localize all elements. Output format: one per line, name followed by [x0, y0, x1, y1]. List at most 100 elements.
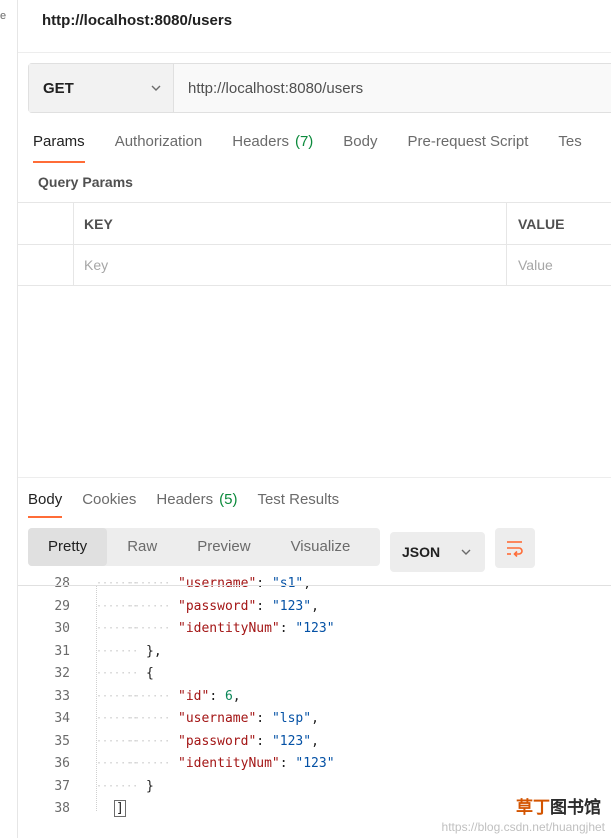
code-line: 33 "id": 6, ······· ·······	[18, 686, 611, 708]
code-text: "username": "lsp",	[178, 708, 319, 730]
code-line: 35 "password": "123", ······· ·······	[18, 731, 611, 753]
param-key-placeholder: Key	[84, 257, 109, 273]
tab-body[interactable]: Body	[343, 130, 377, 164]
line-number: 33	[54, 688, 70, 704]
request-workspace: http://localhost:8080/users GET http://l…	[18, 0, 611, 838]
response-tab-test-results[interactable]: Test Results	[257, 490, 339, 520]
key-column-header: KEY	[84, 215, 113, 232]
view-mode-preview-button[interactable]: Preview	[177, 528, 270, 566]
code-text: "password": "123",	[178, 596, 319, 618]
response-tab-cookies[interactable]: Cookies	[82, 490, 136, 520]
url-input[interactable]: http://localhost:8080/users	[174, 64, 611, 112]
code-line: 32 { ·······	[18, 663, 611, 685]
code-key: "identityNum"	[178, 621, 280, 636]
watermark-logo-part-1: 草丁	[516, 798, 550, 817]
code-text: "username": "s1",	[178, 573, 311, 595]
code-tail: ,	[311, 733, 319, 749]
view-mode-raw-button[interactable]: Raw	[107, 528, 177, 566]
sidebar-mark: e	[0, 10, 7, 22]
tab-tes[interactable]: Tes	[558, 130, 581, 164]
header-divider	[18, 52, 611, 53]
response-tab-label: Body	[28, 491, 63, 508]
code-sep: :	[279, 756, 296, 771]
wrap-lines-icon	[507, 541, 523, 557]
code-val: "123"	[271, 733, 312, 749]
params-key-header-cell: KEY	[74, 203, 507, 244]
indent-guide: ·······	[128, 735, 171, 747]
line-number: 28	[54, 576, 70, 591]
response-divider	[18, 477, 611, 478]
code-val: "lsp"	[271, 711, 312, 726]
method-select[interactable]: GET	[29, 64, 174, 112]
code-key: "username"	[178, 576, 257, 591]
response-tab-headers[interactable]: Headers (5)	[156, 490, 237, 520]
url-bar: GET http://localhost:8080/users	[28, 63, 611, 113]
tab-params[interactable]: Params	[33, 130, 85, 164]
response-tab-body[interactable]: Body	[28, 490, 63, 520]
line-number: 32	[54, 666, 70, 681]
line-number: 37	[54, 778, 70, 794]
indent-guide: ·······	[128, 758, 171, 769]
code-tail: },	[146, 643, 162, 659]
code-key: "id"	[178, 688, 210, 704]
param-value-input[interactable]: Value	[507, 245, 611, 285]
params-empty-row: Key Value	[18, 244, 611, 286]
params-row-checkbox[interactable]	[18, 245, 74, 285]
code-tail: ,	[311, 711, 319, 726]
params-checkbox-column	[18, 203, 74, 244]
view-mode-pretty-button[interactable]: Pretty	[28, 528, 108, 566]
code-tail: }	[146, 778, 154, 794]
indent-guide: ·······	[128, 600, 171, 612]
code-text: "identityNum": "123"	[178, 618, 335, 640]
code-text: {	[146, 663, 154, 685]
line-number: 34	[54, 711, 70, 726]
code-sep: :	[256, 576, 272, 591]
code-line: 31}, ·······	[18, 641, 611, 663]
code-tail: ,	[303, 576, 312, 591]
code-key: "password"	[178, 733, 257, 749]
param-key-input[interactable]: Key	[74, 245, 507, 285]
tab-headers[interactable]: Headers (7)	[232, 130, 313, 164]
line-number: 35	[54, 733, 70, 749]
indent-guide: ·······	[96, 668, 139, 679]
watermark-logo: 草丁图书馆	[516, 793, 601, 818]
code-tail: ,	[232, 688, 241, 704]
code-key: "password"	[178, 598, 257, 614]
code-text: "password": "123",	[178, 731, 319, 753]
tab-label: Params	[33, 133, 85, 150]
tab-authorization[interactable]: Authorization	[115, 130, 203, 164]
indent-guide: ·······	[128, 578, 171, 589]
code-tail: ,	[311, 598, 319, 614]
chevron-down-icon	[461, 549, 471, 555]
tab-label: Authorization	[114, 133, 203, 150]
format-label: JSON	[402, 544, 441, 560]
view-mode-group: Pretty Raw Preview Visualize	[28, 528, 380, 566]
code-text: },	[146, 641, 162, 663]
code-text: }	[146, 776, 154, 798]
tab-pre-request-script[interactable]: Pre-request Script	[408, 130, 529, 164]
format-select[interactable]: JSON	[390, 532, 485, 572]
code-key: "identityNum"	[178, 756, 280, 771]
code-val: "123"	[295, 621, 335, 636]
code-text: "id": 6,	[178, 686, 241, 708]
code-sep: :	[209, 688, 225, 704]
code-val: "123"	[295, 756, 335, 771]
indent-guide: ·······	[128, 690, 171, 702]
code-tail: {	[146, 666, 154, 681]
chevron-down-icon	[151, 85, 161, 91]
response-tab-label: Headers	[156, 491, 214, 508]
code-line: 30 "identityNum": "123" ······· ·······	[18, 618, 611, 640]
code-val: 6	[224, 688, 233, 704]
request-title[interactable]: http://localhost:8080/users	[42, 12, 232, 29]
params-header-row: KEY VALUE	[18, 202, 611, 244]
code-text: "identityNum": "123"	[178, 753, 335, 775]
left-sidebar-strip: e	[0, 0, 18, 838]
wrap-lines-button[interactable]	[495, 528, 535, 568]
tab-count-badge: (7)	[294, 133, 314, 150]
response-body-code[interactable]: 28 "username": "s1", ······· ······· 29 "pass…	[18, 572, 611, 830]
indent-guide: ·······	[128, 623, 171, 634]
view-mode-visualize-button[interactable]: Visualize	[271, 528, 371, 566]
param-value-placeholder: Value	[518, 257, 553, 273]
code-sep: :	[279, 621, 296, 636]
method-label: GET	[43, 79, 74, 97]
